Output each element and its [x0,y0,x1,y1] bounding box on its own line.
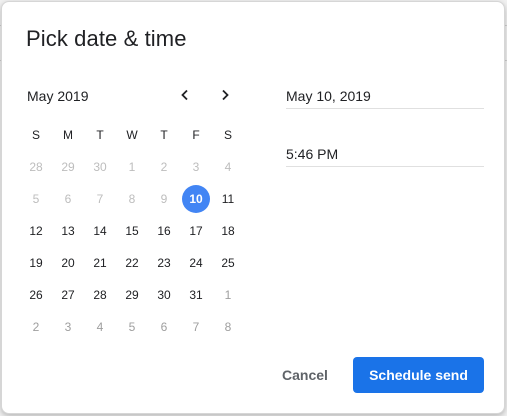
calendar-day[interactable]: 13 [52,215,84,247]
calendar-day-selected[interactable]: 10 [180,183,212,215]
calendar-day[interactable]: 5 [116,311,148,343]
calendar-day[interactable]: 6 [148,311,180,343]
weekday-label: F [192,128,200,142]
calendar-day[interactable]: 3 [52,311,84,343]
calendar-day[interactable]: 26 [20,279,52,311]
calendar-day[interactable]: 20 [52,247,84,279]
calendar-week-row: 26 27 28 29 30 31 1 [20,279,244,311]
previous-month-button[interactable] [174,84,196,106]
dialog-title: Pick date & time [26,26,187,51]
calendar-day: 1 [128,160,136,174]
calendar-day[interactable]: 30 [148,279,180,311]
calendar-day: 9 [160,192,168,206]
calendar-day[interactable]: 29 [116,279,148,311]
calendar-day[interactable]: 4 [84,311,116,343]
calendar-day[interactable]: 21 [84,247,116,279]
calendar-day[interactable]: 22 [116,247,148,279]
cancel-button[interactable]: Cancel [270,357,340,393]
calendar-day: 3 [192,160,200,174]
calendar-day[interactable]: 11 [212,183,244,215]
calendar-day[interactable]: 27 [52,279,84,311]
calendar-day[interactable]: 24 [180,247,212,279]
calendar-day: 7 [96,192,104,206]
weekday-header-row: SMTWTFS [20,119,244,151]
time-field-value: 5:46 PM [286,146,339,162]
calendar-week-row: 28 29 30 1 2 3 4 [20,151,244,183]
pick-date-time-dialog: Pick date & time May 2019 SMTWTFS 28 29 30… [1,1,505,414]
calendar-week-row: 12 13 14 15 16 17 18 [20,215,244,247]
calendar-day[interactable]: 1 [212,279,244,311]
calendar-week-row: 19 20 21 22 23 24 25 [20,247,244,279]
calendar-week-row: 2345678 [20,311,244,343]
calendar-day: 29 [61,160,75,174]
date-field-value: May 10, 2019 [286,88,371,104]
calendar-month-label: May 2019 [27,88,89,104]
calendar-day: 2 [160,160,168,174]
calendar-day: 30 [93,160,107,174]
calendar-day[interactable]: 7 [180,311,212,343]
weekday-label: M [63,128,73,142]
next-month-button[interactable] [214,84,236,106]
calendar-day[interactable]: 16 [148,215,180,247]
calendar-day: 8 [128,192,136,206]
calendar-day: 4 [224,160,232,174]
weekday-label: S [31,128,40,142]
calendar-day[interactable]: 19 [20,247,52,279]
chevron-right-icon [222,89,229,101]
calendar-day[interactable]: 12 [20,215,52,247]
calendar-week-row: 5 6 7 8 9 10 11 [20,183,244,215]
calendar-day[interactable]: 8 [212,311,244,343]
calendar-day[interactable]: 18 [212,215,244,247]
weekday-label: W [126,128,138,142]
weekday-label: T [96,128,104,142]
calendar-day[interactable]: 2 [20,311,52,343]
calendar-day: 6 [64,192,72,206]
calendar-day: 28 [29,160,43,174]
calendar-day[interactable]: 28 [84,279,116,311]
schedule-send-button[interactable]: Schedule send [353,357,484,393]
selected-day-number: 10 [182,185,210,213]
calendar-day[interactable]: 25 [212,247,244,279]
weekday-label: S [223,128,232,142]
date-field[interactable]: May 10, 2019 [286,88,484,109]
calendar-day: 5 [32,192,40,206]
calendar-day[interactable]: 23 [148,247,180,279]
calendar-grid: SMTWTFS 28 29 30 1 2 3 4 5 6 7 8 9 10 11 12 13 14 15 16 17 1… [20,119,244,343]
time-field[interactable]: 5:46 PM [286,146,484,167]
chevron-left-icon [181,89,188,101]
calendar-day[interactable]: 31 [180,279,212,311]
calendar-day[interactable]: 14 [84,215,116,247]
calendar-day[interactable]: 17 [180,215,212,247]
weekday-label: T [160,128,168,142]
calendar-day[interactable]: 15 [116,215,148,247]
